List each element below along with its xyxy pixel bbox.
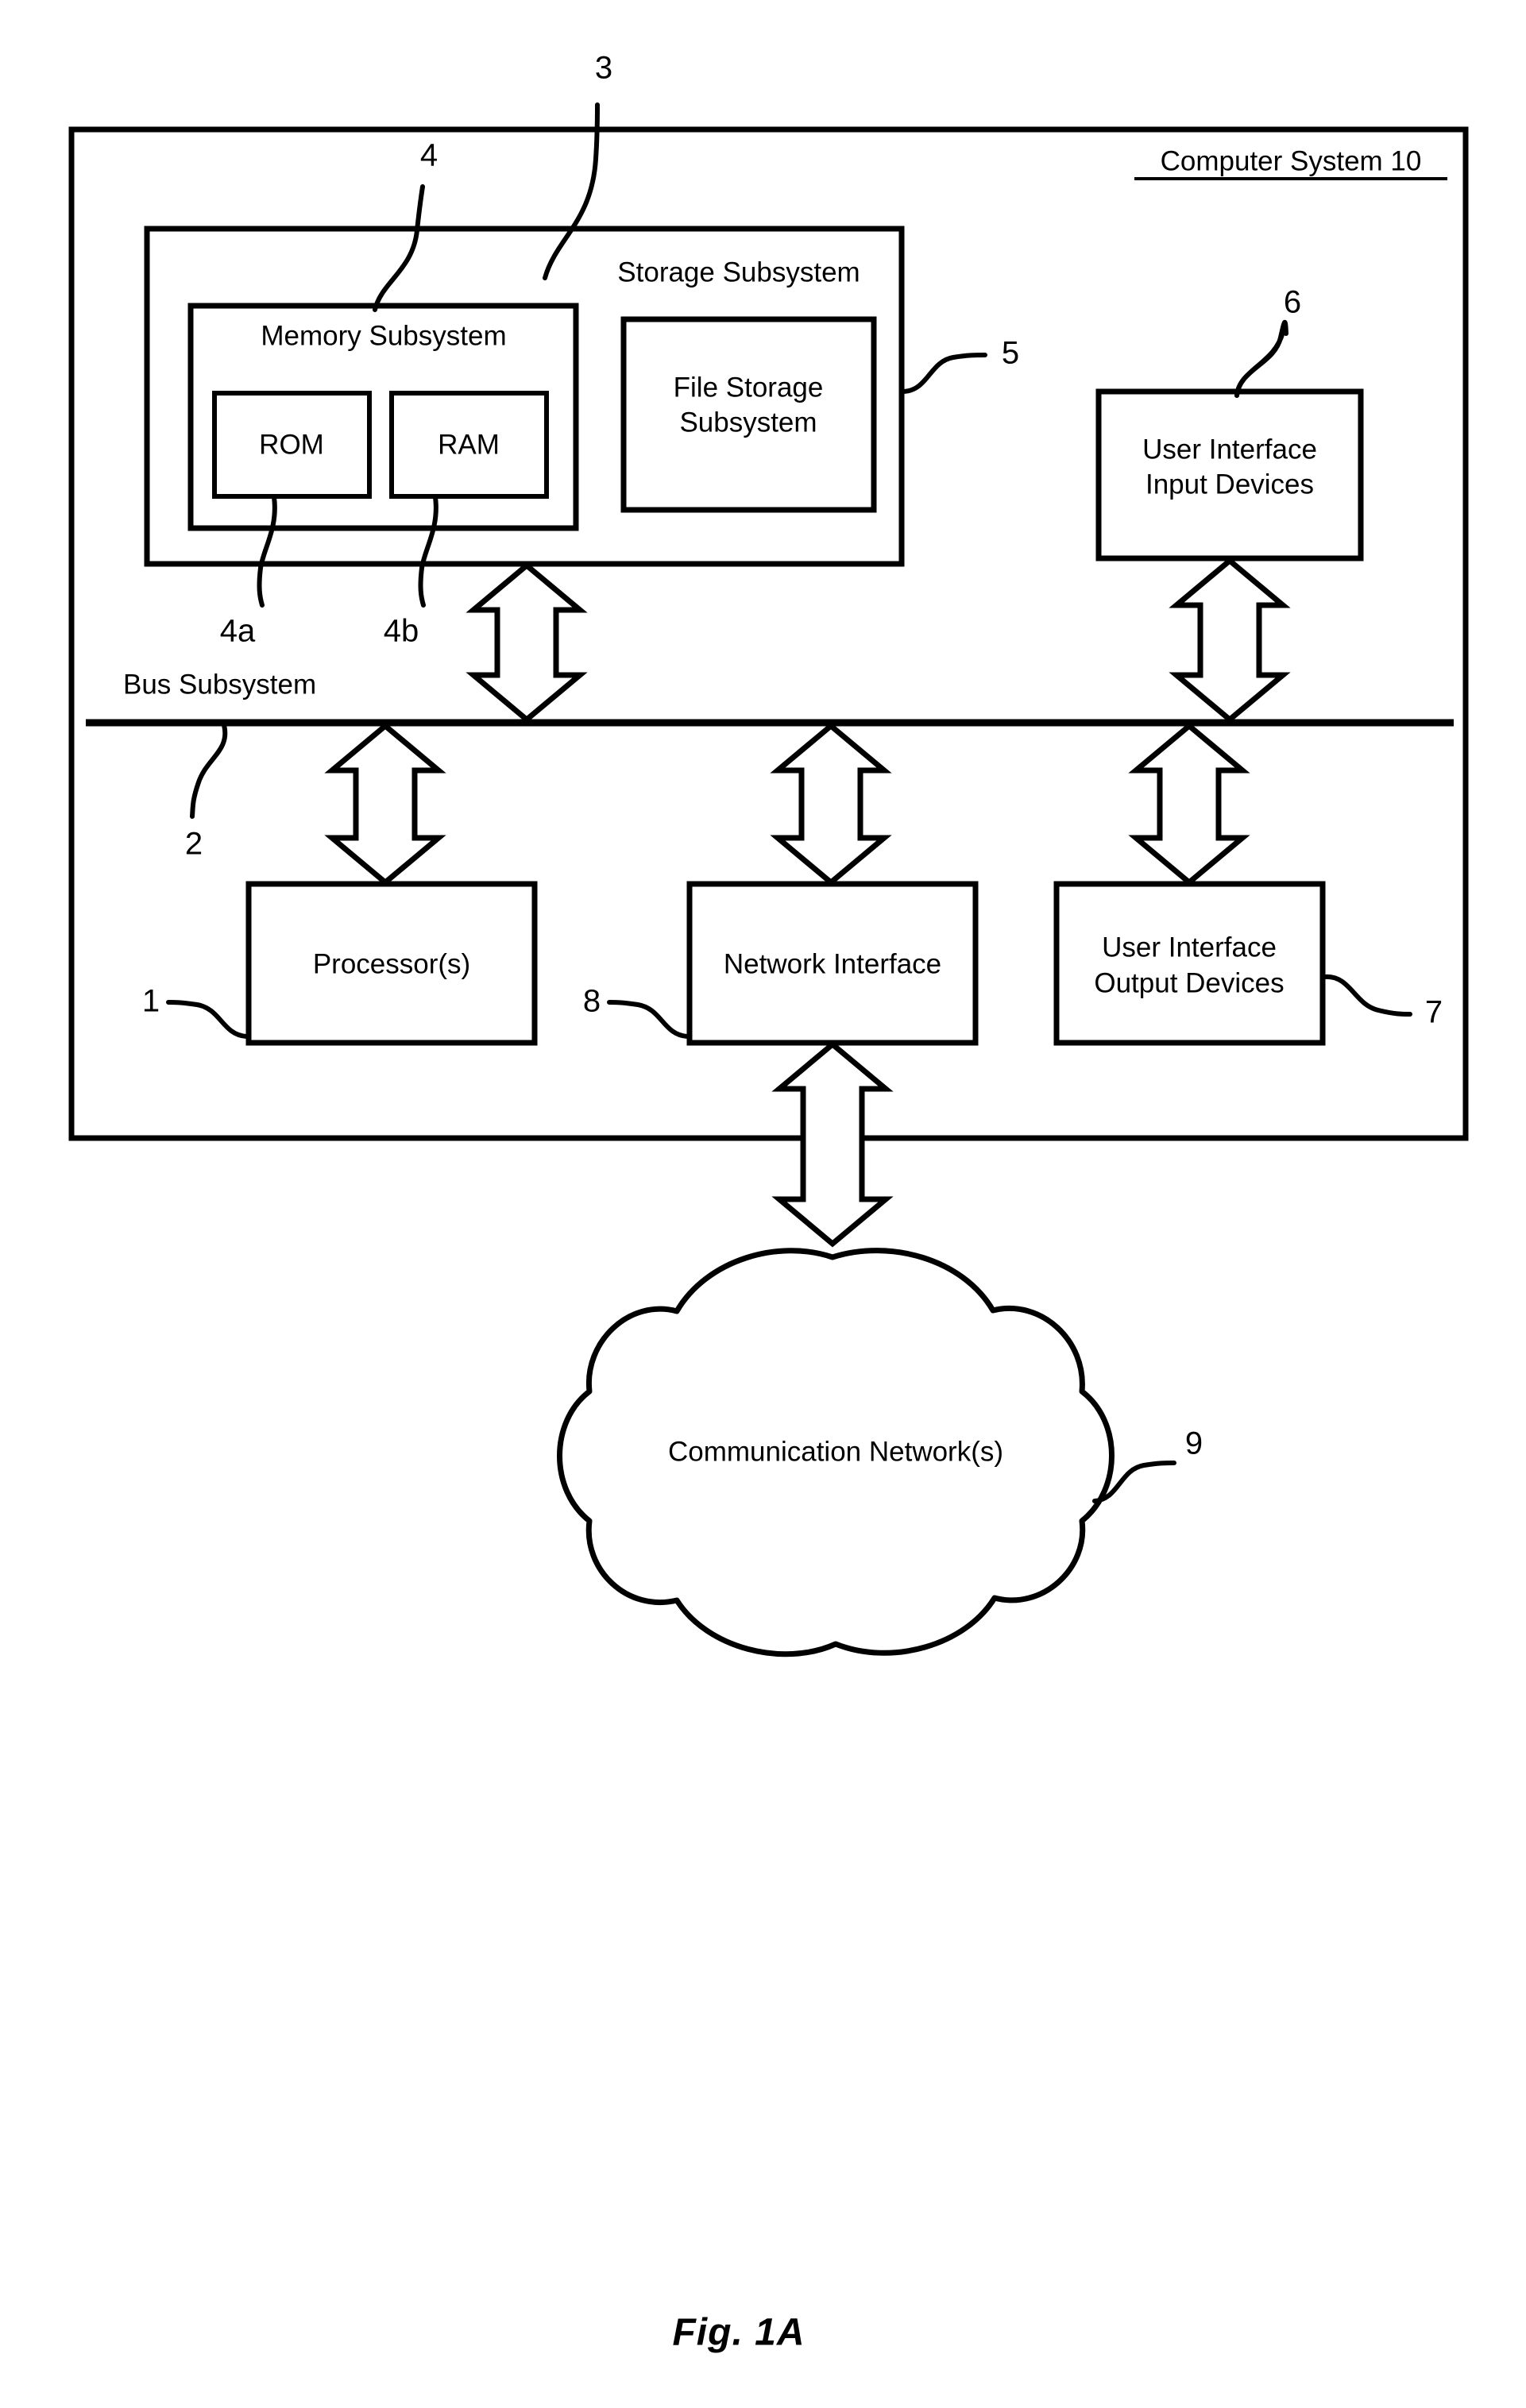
file-storage-subsystem-label-2: Subsystem	[679, 407, 817, 438]
ref-5: 5	[1002, 336, 1019, 371]
ref-1: 1	[142, 984, 160, 1019]
bus-subsystem-label: Bus Subsystem	[123, 669, 316, 700]
ui-input-devices-label-1: User Interface	[1142, 434, 1317, 465]
ui-output-devices-box	[1053, 881, 1326, 1046]
storage-subsystem-label: Storage Subsystem	[617, 257, 860, 287]
ref-9: 9	[1185, 1426, 1203, 1461]
ui-input-devices-label-2: Input Devices	[1145, 469, 1314, 500]
arrow-network-interface-to-cloud	[771, 1040, 894, 1248]
computer-system-label: Computer System 10	[1161, 145, 1422, 176]
ref-3: 3	[595, 51, 612, 86]
ref-2: 2	[185, 827, 203, 862]
file-storage-subsystem-label-1: File Storage	[674, 372, 824, 403]
ref-6: 6	[1284, 285, 1301, 320]
ram-label: RAM	[438, 429, 500, 460]
communication-networks-label: Communication Network(s)	[668, 1436, 1003, 1467]
diagram-canvas: Computer System 10 Storage Subsystem 3 M…	[68, 51, 1469, 2354]
ref-4a: 4a	[220, 614, 256, 649]
ref-7: 7	[1425, 995, 1443, 1030]
ui-output-devices-label-1: User Interface	[1102, 932, 1277, 963]
network-interface-label: Network Interface	[724, 948, 941, 979]
processors-label: Processor(s)	[313, 948, 470, 979]
patent-figure: Computer System 10 Storage Subsystem 3 M…	[0, 0, 1526, 2408]
ref-4: 4	[420, 138, 438, 173]
ref-4b: 4b	[384, 614, 419, 649]
rom-label: ROM	[259, 429, 324, 460]
figure-caption: Fig. 1A	[672, 2312, 805, 2354]
memory-subsystem-label: Memory Subsystem	[261, 320, 506, 351]
ui-output-devices-label-2: Output Devices	[1094, 967, 1284, 998]
ref-8: 8	[583, 984, 601, 1019]
